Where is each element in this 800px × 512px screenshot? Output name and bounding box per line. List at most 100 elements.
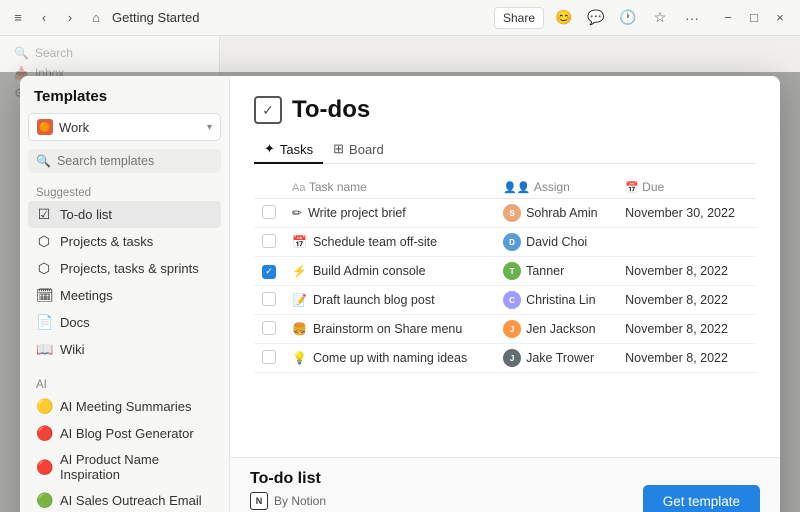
- top-bar: ≡ ‹ › ⌂ Getting Started Share 😊 💬 🕐 ☆ ··…: [0, 0, 800, 36]
- search-icon: 🔍: [36, 154, 51, 168]
- row-checkbox-cell[interactable]: [254, 286, 284, 315]
- row-checkbox-cell[interactable]: [254, 315, 284, 344]
- template-item-todo[interactable]: ☑ To-do list: [28, 201, 221, 228]
- back-icon[interactable]: ‹: [34, 8, 54, 28]
- row-checkbox-cell[interactable]: [254, 199, 284, 228]
- template-item-label: Projects & tasks: [60, 234, 153, 249]
- ai-blog-icon: 🔴: [36, 425, 52, 442]
- template-item-docs[interactable]: 📄 Docs: [28, 309, 221, 336]
- avatar: S: [503, 204, 521, 222]
- notion-credit: N By Notion: [250, 492, 608, 510]
- task-type-icon: 💡: [292, 351, 307, 365]
- maximize-button[interactable]: □: [742, 6, 766, 30]
- table-row: 💡Come up with naming ideasJJake TrowerNo…: [254, 344, 756, 373]
- comment-icon[interactable]: 💬: [584, 6, 608, 30]
- ai-sales-icon: 🟢: [36, 492, 52, 509]
- row-checkbox-cell[interactable]: [254, 228, 284, 257]
- task-type-icon: ⚡: [292, 264, 307, 278]
- template-item-ai-product[interactable]: 🔴 AI Product Name Inspiration: [28, 447, 221, 487]
- row-task-name: 📅 Schedule team off-site: [284, 228, 495, 257]
- row-due: November 8, 2022: [617, 315, 756, 344]
- table-row: ✓⚡Build Admin consoleTTannerNovember 8, …: [254, 257, 756, 286]
- row-assign: SSohrab Amin: [495, 199, 617, 228]
- get-template-button[interactable]: Get template: [643, 485, 760, 512]
- task-name-label: Schedule team off-site: [313, 235, 437, 249]
- row-assign: J Jake Trower: [495, 344, 617, 373]
- template-item-meetings[interactable]: 🗓 Meetings: [28, 282, 221, 309]
- ai-section-label: AI: [28, 375, 221, 393]
- template-item-label: Projects, tasks & sprints: [60, 261, 199, 276]
- row-due: November 8, 2022: [617, 286, 756, 315]
- workspace-selector[interactable]: 🟠 Work ▾: [28, 113, 221, 141]
- suggested-section-label: Suggested: [28, 183, 221, 201]
- sidebar-toggle-icon[interactable]: ≡: [8, 8, 28, 28]
- task-name-label: Come up with naming ideas: [313, 351, 467, 365]
- ai-meeting-icon: 🟡: [36, 398, 52, 415]
- table-row: 📅 Schedule team off-site D David Choi: [254, 228, 756, 257]
- tab-tasks[interactable]: ✦ Tasks: [254, 136, 323, 164]
- modal-overlay: Templates 🟠 Work ▾ 🔍 Suggested ☑ To-do l…: [0, 72, 800, 512]
- breadcrumb-label: Getting Started: [112, 10, 199, 25]
- assignee-name: Christina Lin: [526, 293, 595, 307]
- search-input[interactable]: [57, 154, 213, 168]
- forward-icon[interactable]: ›: [60, 8, 80, 28]
- star-icon[interactable]: ☆: [648, 6, 672, 30]
- template-item-label: AI Product Name Inspiration: [60, 452, 213, 482]
- row-checkbox-cell[interactable]: ✓: [254, 257, 284, 286]
- row-assign: D David Choi: [495, 228, 617, 257]
- avatar: D: [503, 233, 521, 251]
- close-button[interactable]: ×: [768, 6, 792, 30]
- preview-area: ✓ To-dos ✦ Tasks ⊞ Board: [230, 76, 780, 457]
- template-item-projects[interactable]: ⬡ Projects & tasks: [28, 228, 221, 255]
- assignee-name: Tanner: [526, 264, 564, 278]
- modal-right-panel: ✓ To-dos ✦ Tasks ⊞ Board: [230, 76, 780, 512]
- window-controls: − □ ×: [716, 6, 792, 30]
- col-due: 📅 Due: [617, 176, 756, 199]
- history-icon[interactable]: 🕐: [616, 6, 640, 30]
- checkbox[interactable]: [262, 350, 276, 364]
- template-item-ai-blog[interactable]: 🔴 AI Blog Post Generator: [28, 420, 221, 447]
- home-icon[interactable]: ⌂: [86, 8, 106, 28]
- task-name-label: Brainstorm on Share menu: [313, 322, 462, 336]
- tasks-tab-icon: ✦: [264, 141, 275, 157]
- checkbox[interactable]: [262, 321, 276, 335]
- checkbox[interactable]: ✓: [262, 265, 276, 279]
- minimize-button[interactable]: −: [716, 6, 740, 30]
- row-checkbox-cell[interactable]: [254, 344, 284, 373]
- assignee-name: Jake Trower: [526, 351, 594, 365]
- assignee-name: David Choi: [526, 235, 587, 249]
- template-item-ai-sales[interactable]: 🟢 AI Sales Outreach Email: [28, 487, 221, 512]
- row-assign: TTanner: [495, 257, 617, 286]
- avatar: J: [503, 320, 521, 338]
- task-type-icon: 📝: [292, 293, 307, 307]
- board-tab-icon: ⊞: [333, 141, 344, 157]
- checkbox[interactable]: [262, 205, 276, 219]
- bottom-left: To-do list N By Notion Simple task manag…: [250, 470, 608, 512]
- main-area: 🔍Search 📥Inbox ⚙Settings Templates 🟠 Wor…: [0, 36, 800, 512]
- modal-left-panel: Templates 🟠 Work ▾ 🔍 Suggested ☑ To-do l…: [20, 76, 230, 512]
- table-header-row: Aa Task name 👤👤 Assign 📅 Due: [254, 176, 756, 199]
- task-type-icon: 📅: [292, 235, 307, 249]
- more-icon[interactable]: ···: [680, 6, 704, 30]
- chevron-down-icon: ▾: [207, 122, 212, 133]
- checkbox[interactable]: [262, 292, 276, 306]
- todo-checkbox-icon: ✓: [254, 96, 282, 124]
- template-item-wiki[interactable]: 📖 Wiki: [28, 336, 221, 363]
- tab-board[interactable]: ⊞ Board: [323, 136, 394, 164]
- checkbox[interactable]: [262, 234, 276, 248]
- todo-icon: ☑: [36, 206, 52, 223]
- view-tabs: ✦ Tasks ⊞ Board: [254, 136, 756, 164]
- template-item-projects-sprints[interactable]: ⬡ Projects, tasks & sprints: [28, 255, 221, 282]
- col-checkbox: [254, 176, 284, 199]
- avatar: C: [503, 291, 521, 309]
- share-button[interactable]: Share: [494, 7, 544, 29]
- row-task-name: ✏Write project brief: [284, 199, 495, 228]
- modal-title: Templates: [28, 88, 221, 113]
- preview-title-row: ✓ To-dos: [254, 96, 756, 124]
- modal-bottom: To-do list N By Notion Simple task manag…: [230, 457, 780, 512]
- task-type-icon: 🍔: [292, 322, 307, 336]
- template-item-ai-meeting[interactable]: 🟡 AI Meeting Summaries: [28, 393, 221, 420]
- avatar: J: [503, 349, 521, 367]
- emoji-icon[interactable]: 😊: [552, 6, 576, 30]
- search-box: 🔍: [28, 149, 221, 173]
